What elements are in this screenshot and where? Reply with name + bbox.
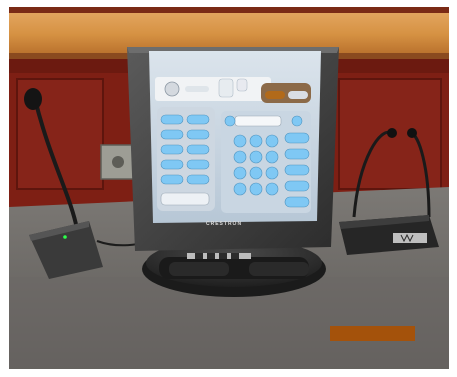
conference-room-scene <box>9 7 449 369</box>
audio-conference-button[interactable] <box>160 192 210 206</box>
orange-label-tag <box>330 326 415 341</box>
touchpanel-screen <box>155 77 311 213</box>
photo-frame: CRESTRON <box>9 7 449 369</box>
speaker-icon <box>218 78 234 98</box>
seal-icon <box>164 81 180 97</box>
dial-display-field[interactable] <box>234 115 282 127</box>
crestron-brand-label: CRESTRON <box>206 221 243 227</box>
